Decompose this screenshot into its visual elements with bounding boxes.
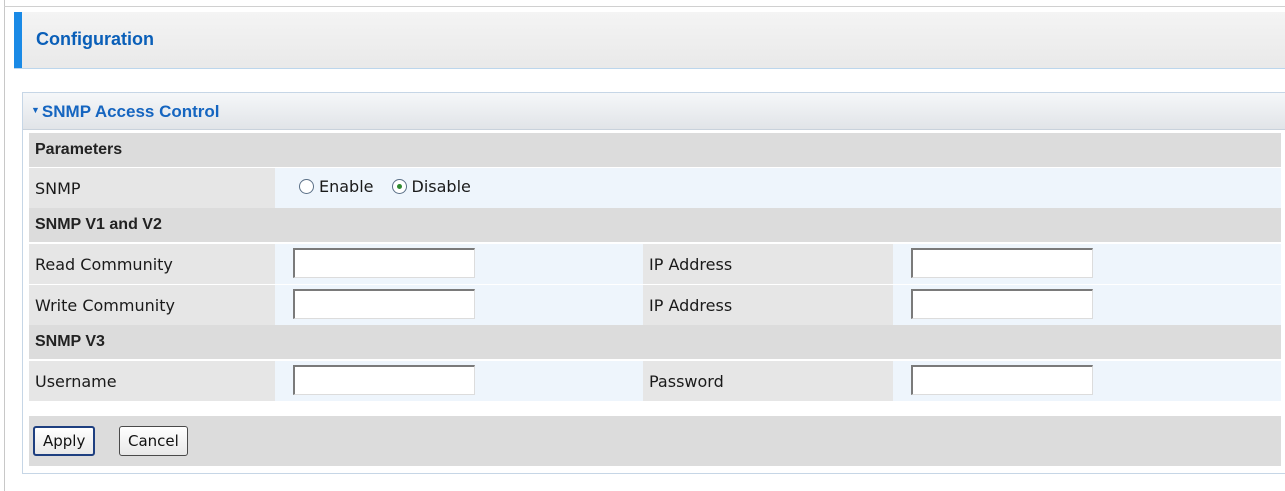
section-v3: SNMP V3 bbox=[29, 325, 1281, 359]
button-row: Apply Cancel bbox=[29, 416, 1281, 466]
write-community-label-cell: Write Community bbox=[29, 285, 275, 325]
read-community-row: Read Community IP Address bbox=[29, 243, 1281, 284]
panel-title-text: SNMP Access Control bbox=[41, 102, 220, 121]
disable-radio[interactable] bbox=[391, 179, 407, 194]
snmp-label: SNMP bbox=[35, 179, 81, 198]
panel-title: ▼ SNMP Access Control bbox=[31, 102, 220, 122]
section-label: SNMP V1 and V2 bbox=[35, 216, 162, 233]
read-community-label-cell: Read Community bbox=[29, 244, 275, 284]
write-community-row: Write Community IP Address bbox=[29, 284, 1281, 325]
write-community-input[interactable] bbox=[293, 289, 475, 319]
config-header: Configuration bbox=[14, 12, 1285, 69]
header-divider bbox=[14, 68, 1285, 69]
username-row: Username Password bbox=[29, 360, 1281, 401]
enable-radio-label[interactable]: Enable bbox=[319, 177, 374, 196]
read-ip-label: IP Address bbox=[649, 255, 733, 274]
password-input[interactable] bbox=[911, 365, 1093, 395]
cancel-button[interactable]: Cancel bbox=[119, 426, 188, 456]
top-border bbox=[4, 6, 1285, 7]
disable-radio-label[interactable]: Disable bbox=[412, 177, 471, 196]
username-label-cell: Username bbox=[29, 361, 275, 401]
left-border bbox=[4, 0, 5, 491]
snmp-radio-group: Enable Disable bbox=[299, 177, 489, 196]
snmp-label-cell: SNMP bbox=[29, 168, 275, 208]
section-v1v2: SNMP V1 and V2 bbox=[29, 208, 1281, 242]
write-community-label: Write Community bbox=[35, 296, 175, 315]
collapse-triangle-icon[interactable]: ▼ bbox=[31, 105, 40, 115]
password-label-cell: Password bbox=[643, 361, 893, 401]
write-ip-input[interactable] bbox=[911, 289, 1093, 319]
section-label: Parameters bbox=[35, 141, 123, 158]
write-ip-label: IP Address bbox=[649, 296, 733, 315]
read-community-input[interactable] bbox=[293, 248, 475, 278]
snmp-row: SNMP Enable Disable bbox=[29, 167, 1281, 208]
read-ip-label-cell: IP Address bbox=[643, 244, 893, 284]
section-label: SNMP V3 bbox=[35, 333, 105, 350]
panel-header[interactable]: ▼ SNMP Access Control bbox=[23, 93, 1285, 130]
header-accent-bar bbox=[14, 12, 22, 68]
username-input[interactable] bbox=[293, 365, 475, 395]
enable-radio[interactable] bbox=[299, 179, 314, 194]
write-ip-label-cell: IP Address bbox=[643, 285, 893, 325]
section-parameters: Parameters bbox=[29, 133, 1281, 167]
password-label: Password bbox=[649, 372, 724, 391]
read-ip-input[interactable] bbox=[911, 248, 1093, 278]
read-community-label: Read Community bbox=[35, 255, 173, 274]
snmp-panel: ▼ SNMP Access Control Parameters SNMP Ena… bbox=[22, 92, 1285, 474]
page-title: Configuration bbox=[36, 29, 154, 49]
username-label: Username bbox=[35, 372, 117, 391]
apply-button[interactable]: Apply bbox=[33, 426, 96, 456]
